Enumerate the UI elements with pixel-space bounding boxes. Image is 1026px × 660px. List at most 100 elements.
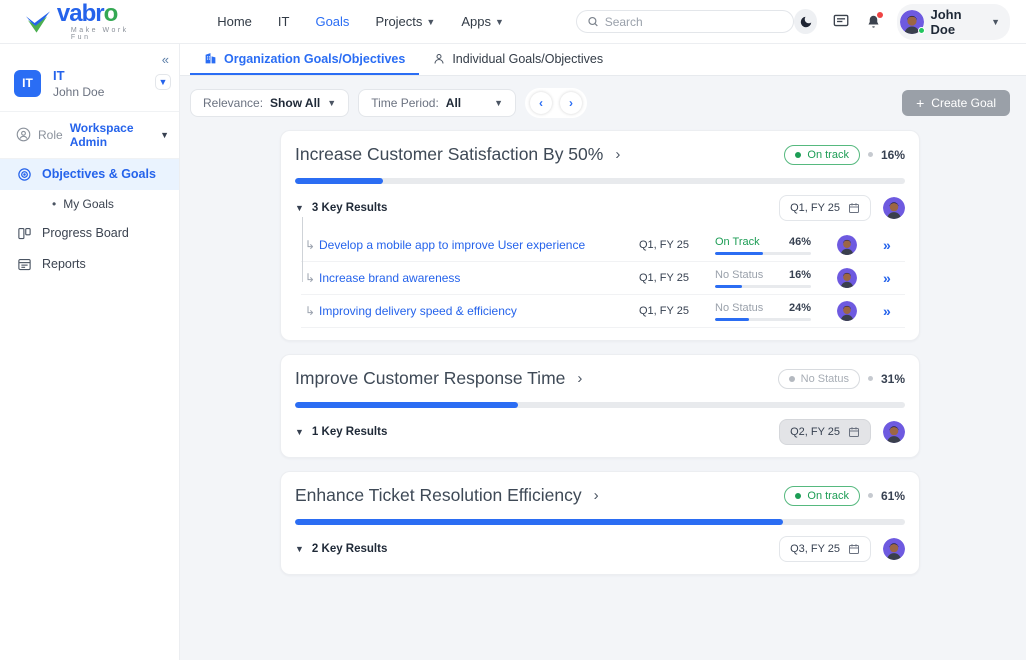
key-result-owner-avatar[interactable]: [837, 235, 857, 255]
status-badge: On track: [784, 486, 860, 506]
period-button[interactable]: Q2, FY 25: [779, 419, 871, 445]
status-dot: [789, 376, 795, 382]
role-label: Role: [38, 128, 63, 142]
key-result-percent: 24%: [789, 302, 811, 314]
open-key-result-icon[interactable]: »: [883, 270, 890, 286]
key-results-count: 3 Key Results: [312, 202, 387, 214]
branch-icon: ↳: [301, 271, 319, 285]
dark-mode-toggle[interactable]: [794, 9, 818, 34]
period-pager: ‹ ›: [525, 88, 587, 118]
nav-apps[interactable]: Apps▼: [461, 14, 504, 29]
search-icon: [587, 15, 599, 28]
key-result-status: No Status: [715, 302, 763, 314]
status-dot: [795, 152, 801, 158]
collapse-triangle-icon[interactable]: ▼: [295, 544, 304, 554]
key-result-row: ↳ Improving delivery speed & efficiency …: [301, 295, 905, 328]
key-result-row: ↳ Increase brand awareness Q1, FY 25 No …: [301, 262, 905, 295]
workspace-subtitle: John Doe: [53, 85, 104, 99]
calendar-icon: [848, 543, 860, 555]
next-period-button[interactable]: ›: [560, 92, 582, 114]
key-result-percent: 16%: [789, 269, 811, 281]
target-icon: [17, 167, 32, 182]
notifications-button[interactable]: [866, 14, 881, 30]
tab-bar: Organization Goals/Objectives Individual…: [180, 44, 1026, 76]
key-result-progress-bar: [715, 252, 811, 255]
search-input[interactable]: [605, 15, 783, 29]
separator-dot: [868, 376, 873, 381]
open-key-result-icon[interactable]: »: [883, 303, 890, 319]
nav-projects[interactable]: Projects▼: [375, 14, 435, 29]
search-box[interactable]: [576, 10, 794, 33]
online-status-dot: [918, 27, 925, 34]
prev-period-button[interactable]: ‹: [530, 92, 552, 114]
goal-progress-percent: 31%: [881, 372, 905, 386]
goal-title: Enhance Ticket Resolution Efficiency: [295, 485, 582, 506]
key-result-period: Q1, FY 25: [639, 305, 711, 317]
create-goal-button[interactable]: + Create Goal: [902, 90, 1010, 116]
separator-dot: [868, 493, 873, 498]
period-button[interactable]: Q3, FY 25: [779, 536, 871, 562]
kanban-board-icon: [17, 226, 32, 241]
collapse-triangle-icon[interactable]: ▼: [295, 203, 304, 213]
open-key-result-icon[interactable]: »: [883, 237, 890, 253]
goal-owner-avatar[interactable]: [883, 197, 905, 219]
key-result-progress-bar: [715, 285, 811, 288]
sidebar-item-progress-board[interactable]: Progress Board: [0, 218, 179, 249]
sidebar-item-objectives-goals[interactable]: Objectives & Goals: [0, 159, 179, 190]
vabro-logo[interactable]: vabro Make Work Fun: [24, 2, 149, 41]
relevance-filter[interactable]: Relevance: Show All ▼: [190, 89, 349, 117]
key-result-link[interactable]: Develop a mobile app to improve User exp…: [319, 238, 639, 252]
key-result-link[interactable]: Improving delivery speed & efficiency: [319, 304, 639, 318]
moon-icon: [799, 15, 813, 29]
key-result-link[interactable]: Increase brand awareness: [319, 271, 639, 285]
key-result-percent: 46%: [789, 236, 811, 248]
goal-owner-avatar[interactable]: [883, 538, 905, 560]
sidebar-item-my-goals[interactable]: My Goals: [0, 190, 179, 218]
goal-progress-bar: [295, 519, 905, 525]
goal-card: Increase Customer Satisfaction By 50% › …: [280, 130, 920, 341]
workspace-header: IT IT John Doe ▼: [0, 44, 179, 112]
nav-goals[interactable]: Goals: [315, 14, 349, 29]
period-button[interactable]: Q1, FY 25: [779, 195, 871, 221]
chevron-down-icon: ▼: [160, 130, 169, 140]
chevron-down-icon: ▼: [494, 98, 503, 108]
chevron-down-icon: ▼: [991, 17, 1000, 27]
status-badge: On track: [784, 145, 860, 165]
chevron-down-icon: ▼: [495, 17, 504, 27]
collapse-triangle-icon[interactable]: ▼: [295, 427, 304, 437]
goal-owner-avatar[interactable]: [883, 421, 905, 443]
user-menu[interactable]: John Doe ▼: [897, 4, 1011, 40]
sidebar: « IT IT John Doe ▼ Role Workspace Admin …: [0, 44, 180, 660]
logo-check-icon: [24, 9, 53, 35]
nav-home[interactable]: Home: [217, 14, 252, 29]
branch-icon: ↳: [301, 304, 319, 318]
sidebar-item-reports[interactable]: Reports: [0, 249, 179, 280]
goal-title: Increase Customer Satisfaction By 50%: [295, 144, 603, 165]
chevron-down-icon: ▼: [426, 17, 435, 27]
plus-icon: +: [916, 95, 924, 111]
calendar-icon: [848, 202, 860, 214]
chevron-right-icon[interactable]: ›: [615, 146, 620, 163]
separator-dot: [868, 152, 873, 157]
nav-it[interactable]: IT: [278, 14, 290, 29]
key-result-owner-avatar[interactable]: [837, 301, 857, 321]
tree-rail: [302, 217, 303, 282]
key-result-status: No Status: [715, 269, 763, 281]
key-result-owner-avatar[interactable]: [837, 268, 857, 288]
tab-organization-goals[interactable]: Organization Goals/Objectives: [190, 44, 419, 75]
role-selector[interactable]: Role Workspace Admin ▼: [0, 112, 179, 159]
chat-icon[interactable]: [833, 14, 849, 29]
workspace-switcher-button[interactable]: ▼: [155, 74, 171, 90]
brand-tagline: Make Work Fun: [71, 27, 149, 41]
chevron-right-icon[interactable]: ›: [594, 487, 599, 504]
tab-individual-goals[interactable]: Individual Goals/Objectives: [419, 44, 617, 75]
brand-name: vabro: [57, 2, 149, 26]
key-result-progress-bar: [715, 318, 811, 321]
goal-title: Improve Customer Response Time: [295, 368, 565, 389]
chevron-right-icon[interactable]: ›: [577, 370, 582, 387]
report-icon: [17, 257, 32, 272]
role-value: Workspace Admin: [70, 121, 153, 149]
key-results-count: 1 Key Results: [312, 426, 387, 438]
time-period-filter[interactable]: Time Period: All ▼: [358, 89, 516, 117]
workspace-title: IT: [53, 68, 104, 85]
